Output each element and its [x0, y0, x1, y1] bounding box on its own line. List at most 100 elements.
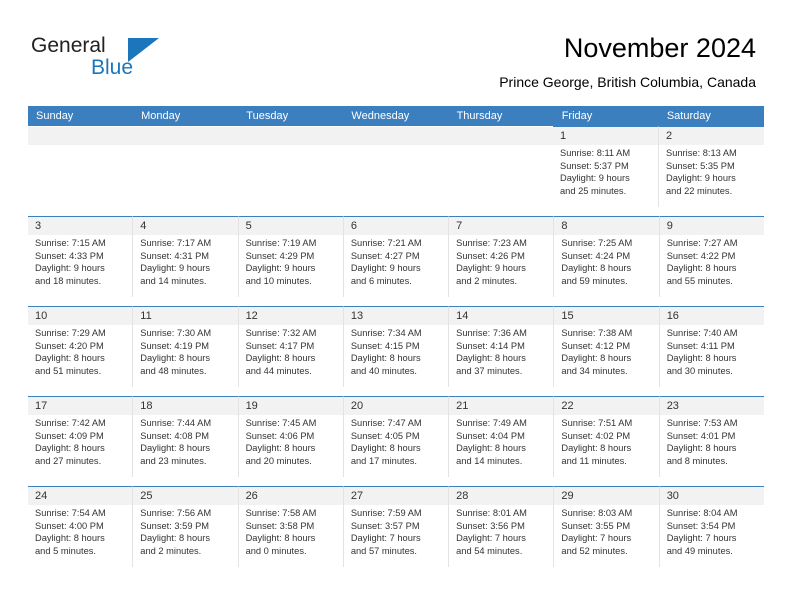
brand-name-blue: Blue	[91, 56, 134, 79]
daylight-text-line2: and 54 minutes.	[456, 545, 523, 556]
sunrise-text: Sunrise: 7:21 AM	[350, 238, 422, 248]
daynum-band	[133, 127, 238, 145]
calendar-day-cell[interactable]: 9 Sunrise: 7:27 AM Sunset: 4:22 PM Daylight…	[659, 216, 764, 297]
title-block: November 2024 Prince George, British Col…	[499, 32, 756, 91]
calendar-day-cell[interactable]: 22 Sunrise: 7:51 AM Sunset: 4:02 PM Dayligh…	[554, 396, 660, 477]
sunset-text: Sunset: 4:31 PM	[140, 250, 210, 261]
day-details: Sunrise: 7:38 AM Sunset: 4:12 PM Daylight:…	[561, 327, 656, 377]
daylight-text-line1: Daylight: 8 hours	[350, 443, 421, 454]
calendar-week-row: 24 Sunrise: 7:54 AM Sunset: 4:00 PM Dayligh…	[28, 486, 764, 576]
sunset-text: Sunset: 4:05 PM	[350, 430, 420, 441]
daylight-text-line2: and 17 minutes.	[350, 455, 417, 466]
sunrise-text: Sunrise: 7:40 AM	[666, 328, 738, 338]
day-number: 20	[350, 400, 364, 412]
day-number: 19	[245, 400, 258, 412]
day-number: 6	[350, 220, 357, 232]
dow-friday: Friday	[561, 110, 593, 122]
calendar-day-cell[interactable]: 12 Sunrise: 7:32 AM Sunset: 4:17 PM Dayligh…	[238, 306, 344, 387]
calendar-cell-empty	[343, 126, 448, 207]
calendar-cell-empty	[28, 126, 133, 207]
sunset-text: Sunset: 4:27 PM	[350, 250, 420, 261]
calendar-day-cell[interactable]: 11 Sunrise: 7:30 AM Sunset: 4:19 PM Dayligh…	[133, 306, 239, 387]
daylight-text-line2: and 14 minutes.	[456, 455, 523, 466]
day-details: Sunrise: 7:49 AM Sunset: 4:04 PM Daylight:…	[456, 417, 551, 467]
calendar-day-cell[interactable]: 1 Sunrise: 8:11 AM Sunset: 5:37 PM Daylight…	[553, 126, 659, 207]
calendar-day-cell[interactable]: 2 Sunrise: 8:13 AM Sunset: 5:35 PM Daylight…	[659, 126, 764, 207]
daynum-band	[449, 217, 554, 235]
daylight-text-line2: and 49 minutes.	[666, 545, 733, 556]
day-number: 1	[560, 130, 567, 142]
calendar-day-cell[interactable]: 20 Sunrise: 7:47 AM Sunset: 4:05 PM Dayligh…	[343, 396, 450, 477]
calendar-day-cell[interactable]: 10 Sunrise: 7:29 AM Sunset: 4:20 PM Dayligh…	[28, 306, 134, 387]
sunset-text: Sunset: 4:22 PM	[666, 250, 736, 261]
page-title: November 2024	[563, 33, 756, 63]
daylight-text-line2: and 59 minutes.	[561, 275, 628, 286]
sunset-text: Sunset: 4:09 PM	[35, 430, 104, 441]
brand-logo[interactable]: General Blue	[31, 34, 211, 82]
sunrise-text: Sunrise: 7:29 AM	[35, 328, 106, 338]
day-details: Sunrise: 7:27 AM Sunset: 4:22 PM Daylight:…	[667, 237, 762, 287]
calendar-day-cell[interactable]: 4 Sunrise: 7:17 AM Sunset: 4:31 PM Daylight…	[133, 216, 239, 297]
dow-monday: Monday	[141, 110, 181, 122]
brand-name-general: General	[31, 34, 106, 57]
sunrise-text: Sunrise: 7:19 AM	[245, 238, 317, 248]
calendar-day-cell[interactable]: 28 Sunrise: 8:01 AM Sunset: 3:56 PM Dayligh…	[449, 486, 555, 567]
daylight-text-line1: Daylight: 9 hours	[666, 173, 736, 184]
daylight-text-line2: and 11 minutes.	[561, 455, 627, 466]
daylight-text-line1: Daylight: 7 hours	[561, 533, 632, 544]
calendar-day-cell[interactable]: 18 Sunrise: 7:44 AM Sunset: 4:08 PM Dayligh…	[133, 396, 239, 477]
calendar-day-cell[interactable]: 6 Sunrise: 7:21 AM Sunset: 4:27 PM Daylight…	[343, 216, 450, 297]
sunset-text: Sunset: 5:37 PM	[560, 160, 629, 171]
day-details: Sunrise: 7:47 AM Sunset: 4:05 PM Daylight:…	[351, 417, 446, 467]
sunrise-text: Sunrise: 7:30 AM	[140, 328, 212, 338]
calendar-day-cell[interactable]: 21 Sunrise: 7:49 AM Sunset: 4:04 PM Dayligh…	[449, 396, 555, 477]
calendar-week-row: 17 Sunrise: 7:42 AM Sunset: 4:09 PM Dayligh…	[28, 396, 764, 486]
sunset-text: Sunset: 4:04 PM	[456, 430, 525, 441]
calendar-day-cell[interactable]: 24 Sunrise: 7:54 AM Sunset: 4:00 PM Dayligh…	[28, 486, 134, 567]
sunrise-text: Sunrise: 7:51 AM	[561, 418, 633, 428]
calendar-day-cell[interactable]: 7 Sunrise: 7:23 AM Sunset: 4:26 PM Daylight…	[449, 216, 555, 297]
daylight-text-line1: Daylight: 9 hours	[350, 263, 421, 274]
daylight-text-line1: Daylight: 8 hours	[245, 443, 316, 454]
daylight-text-line1: Daylight: 7 hours	[350, 533, 421, 544]
calendar-day-cell[interactable]: 26 Sunrise: 7:58 AM Sunset: 3:58 PM Dayligh…	[238, 486, 344, 567]
sunrise-text: Sunrise: 8:01 AM	[456, 508, 527, 518]
day-number: 17	[35, 400, 48, 412]
day-details: Sunrise: 7:54 AM Sunset: 4:00 PM Daylight:…	[35, 507, 130, 557]
calendar-day-cell[interactable]: 15 Sunrise: 7:38 AM Sunset: 4:12 PM Dayligh…	[554, 306, 660, 387]
day-number: 26	[245, 490, 258, 502]
sunset-text: Sunset: 3:57 PM	[350, 520, 420, 531]
calendar-day-cell[interactable]: 8 Sunrise: 7:25 AM Sunset: 4:24 PM Daylight…	[554, 216, 660, 297]
sunset-text: Sunset: 4:20 PM	[35, 340, 104, 351]
sunrise-text: Sunrise: 7:34 AM	[350, 328, 422, 338]
calendar-day-cell[interactable]: 19 Sunrise: 7:45 AM Sunset: 4:06 PM Dayligh…	[238, 396, 344, 477]
calendar-day-cell[interactable]: 23 Sunrise: 7:53 AM Sunset: 4:01 PM Dayligh…	[659, 396, 764, 477]
calendar-day-cell[interactable]: 14 Sunrise: 7:36 AM Sunset: 4:14 PM Dayligh…	[449, 306, 555, 387]
daynum-band	[659, 217, 764, 235]
daylight-text-line1: Daylight: 8 hours	[561, 443, 632, 454]
sunrise-text: Sunrise: 7:15 AM	[35, 238, 106, 248]
day-number: 24	[35, 490, 48, 502]
calendar-day-cell[interactable]: 17 Sunrise: 7:42 AM Sunset: 4:09 PM Dayligh…	[28, 396, 134, 477]
calendar-day-cell[interactable]: 29 Sunrise: 8:03 AM Sunset: 3:55 PM Dayligh…	[554, 486, 660, 567]
calendar-day-cell[interactable]: 3 Sunrise: 7:15 AM Sunset: 4:33 PM Daylight…	[28, 216, 134, 297]
calendar-day-cell[interactable]: 25 Sunrise: 7:56 AM Sunset: 3:59 PM Dayligh…	[133, 486, 239, 567]
calendar-day-cell[interactable]: 30 Sunrise: 8:04 AM Sunset: 3:54 PM Dayligh…	[659, 486, 764, 567]
calendar-day-cell[interactable]: 16 Sunrise: 7:40 AM Sunset: 4:11 PM Dayligh…	[659, 306, 764, 387]
day-number: 30	[666, 490, 679, 502]
calendar-day-cell[interactable]: 5 Sunrise: 7:19 AM Sunset: 4:29 PM Daylight…	[238, 216, 344, 297]
calendar-day-cell[interactable]: 13 Sunrise: 7:34 AM Sunset: 4:15 PM Dayligh…	[343, 306, 450, 387]
day-details: Sunrise: 7:56 AM Sunset: 3:59 PM Daylight:…	[140, 507, 235, 557]
daylight-text-line1: Daylight: 9 hours	[35, 263, 105, 274]
day-number: 11	[140, 310, 152, 322]
sunrise-text: Sunrise: 8:04 AM	[666, 508, 738, 518]
day-number: 7	[456, 220, 463, 232]
calendar-cell-empty	[238, 126, 343, 207]
daylight-text-line1: Daylight: 9 hours	[140, 263, 211, 274]
sunrise-text: Sunrise: 7:32 AM	[245, 328, 317, 338]
sunset-text: Sunset: 4:08 PM	[140, 430, 210, 441]
day-number: 27	[350, 490, 364, 502]
sunset-text: Sunset: 3:54 PM	[666, 520, 736, 531]
daylight-text-line2: and 52 minutes.	[561, 545, 628, 556]
calendar-day-cell[interactable]: 27 Sunrise: 7:59 AM Sunset: 3:57 PM Dayligh…	[343, 486, 450, 567]
